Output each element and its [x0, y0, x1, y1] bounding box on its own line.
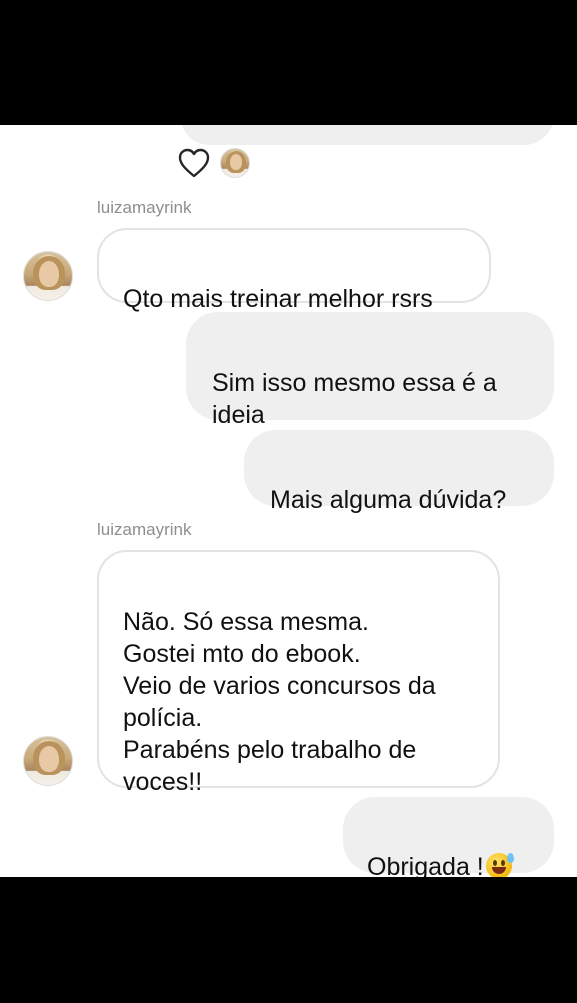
sender-username: luizamayrink: [97, 198, 192, 217]
message-bubble-sent[interactable]: Obrigada !: [343, 797, 554, 877]
contact-avatar[interactable]: [23, 736, 73, 786]
message-bubble-received[interactable]: Não. Só essa mesma. Gostei mto do ebook.…: [97, 550, 500, 796]
message-text: Qto mais treinar melhor rsrs: [123, 285, 433, 313]
chat-thread: luizamayrink Qto mais treinar melhor rsr…: [0, 125, 577, 877]
message-bubble-sent[interactable]: Mais alguma dúvida?: [244, 430, 554, 514]
seen-avatar: [220, 148, 250, 178]
grinning-sweat-emoji-icon: [485, 853, 514, 877]
message-text: Não. Só essa mesma. Gostei mto do ebook.…: [123, 608, 436, 796]
message-text: Obrigada !: [367, 853, 484, 877]
contact-avatar[interactable]: [23, 251, 73, 301]
sender-username: luizamayrink: [97, 520, 192, 539]
heart-icon[interactable]: [178, 148, 210, 178]
message-bubble-received[interactable]: Qto mais treinar melhor rsrs: [97, 228, 491, 313]
message-text: Sim isso mesmo essa é a ideia: [212, 369, 497, 429]
message-bubble-sent[interactable]: Sim isso mesmo essa é a ideia: [186, 312, 554, 429]
message-text: Mais alguma dúvida?: [270, 486, 507, 514]
message-bubble-sent-partial[interactable]: [180, 125, 554, 145]
